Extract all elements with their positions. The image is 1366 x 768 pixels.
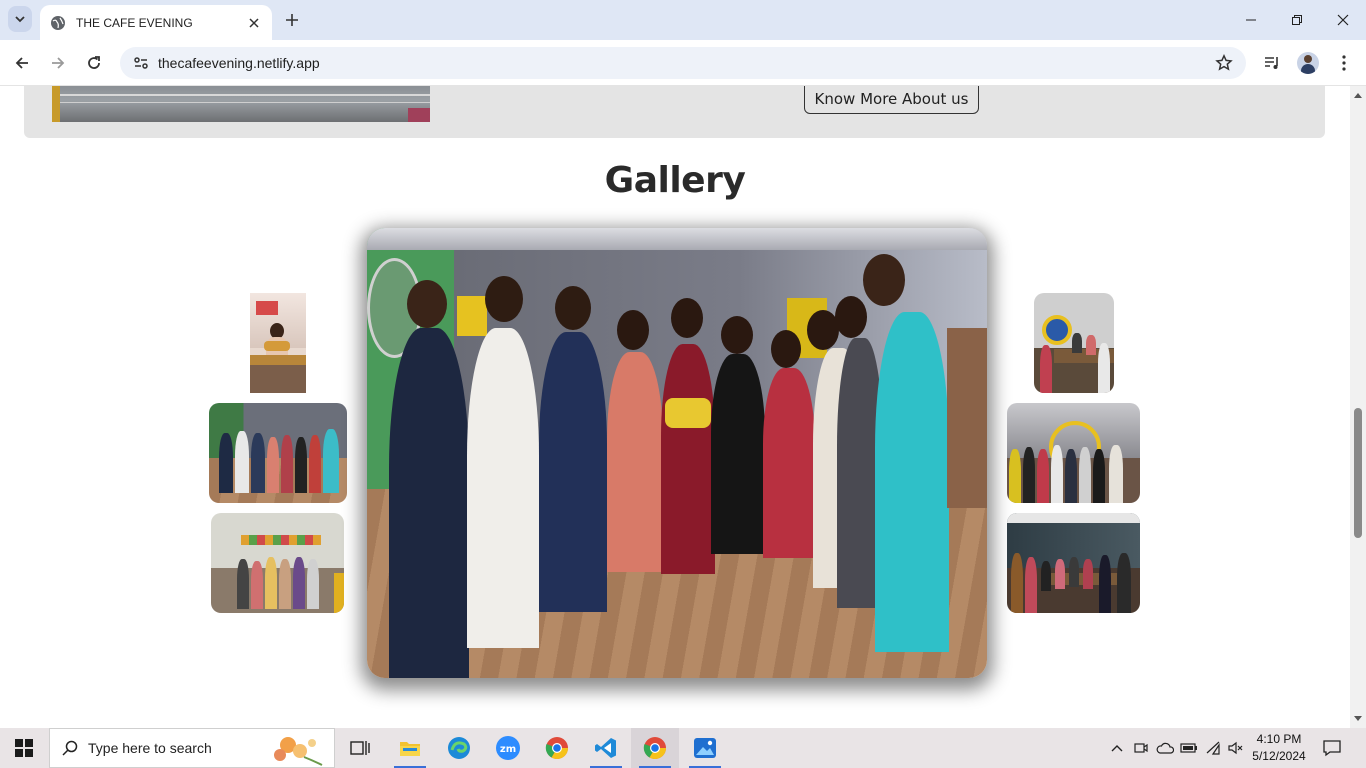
start-button[interactable]	[0, 728, 48, 768]
clock-date: 5/12/2024	[1252, 749, 1306, 763]
browser-tab[interactable]: THE CAFE EVENING	[40, 5, 272, 40]
windows-logo-icon	[15, 739, 33, 757]
chrome-app-active[interactable]	[631, 728, 679, 768]
tab-search-button[interactable]	[8, 6, 32, 32]
notification-icon	[1323, 740, 1341, 757]
about-cafe-image	[52, 86, 430, 122]
plus-icon	[286, 14, 298, 26]
page-scrollbar[interactable]	[1350, 86, 1366, 728]
site-info-icon[interactable]	[130, 52, 152, 74]
task-view-icon	[350, 741, 370, 755]
know-more-about-us-button[interactable]: Know More About us	[804, 86, 979, 114]
folder-icon	[400, 742, 420, 756]
reload-button[interactable]	[82, 51, 106, 75]
arrow-left-icon	[15, 57, 28, 69]
svg-text:zm: zm	[500, 744, 516, 755]
chevron-down-icon	[15, 16, 25, 23]
chrome-icon	[545, 737, 568, 759]
gallery-thumbnail[interactable]	[211, 513, 344, 613]
system-clock[interactable]: 4:10 PM 5/12/2024	[1248, 731, 1310, 765]
forward-button[interactable]	[46, 51, 70, 75]
media-control-icon[interactable]	[1260, 51, 1284, 75]
show-hidden-icons-button[interactable]	[1105, 728, 1129, 768]
close-icon	[1337, 14, 1349, 26]
page-viewport: Know More About us Gallery	[0, 86, 1350, 728]
address-bar[interactable]: thecafeevening.netlify.app	[120, 47, 1246, 79]
close-window-button[interactable]	[1320, 0, 1366, 40]
clock-time: 4:10 PM	[1256, 732, 1302, 746]
scroll-up-arrow-icon[interactable]	[1353, 90, 1363, 100]
restore-icon	[1292, 15, 1302, 25]
restore-button[interactable]	[1274, 0, 1320, 40]
battery-icon[interactable]	[1177, 728, 1201, 768]
file-explorer-app[interactable]	[386, 728, 434, 768]
globe-icon	[51, 15, 65, 30]
gallery-heading: Gallery	[604, 160, 746, 201]
browser-toolbar: thecafeevening.netlify.app	[0, 40, 1366, 86]
photos-icon	[694, 738, 716, 758]
profile-button[interactable]	[1296, 51, 1320, 75]
tab-title: THE CAFE EVENING	[76, 15, 193, 30]
arrow-right-icon	[52, 57, 65, 69]
notification-center-button[interactable]	[1320, 736, 1344, 760]
vscode-app[interactable]	[582, 728, 630, 768]
chrome-icon	[643, 737, 666, 759]
scrollbar-thumb[interactable]	[1354, 408, 1362, 538]
chevron-up-icon	[1111, 745, 1123, 752]
taskbar-search-placeholder: Type here to search	[88, 740, 212, 756]
gallery-thumbnail[interactable]	[1007, 513, 1140, 613]
gallery-thumbnail[interactable]	[250, 293, 306, 393]
url-text[interactable]: thecafeevening.netlify.app	[158, 55, 1212, 71]
onedrive-icon[interactable]	[1153, 728, 1177, 768]
search-icon	[62, 740, 78, 756]
windows-taskbar: Type here to search zm 4:10 PM 5/12/2024	[0, 728, 1366, 768]
avatar	[1297, 52, 1319, 74]
minimize-button[interactable]	[1228, 0, 1274, 40]
task-view-button[interactable]	[336, 728, 384, 768]
browser-tab-bar: THE CAFE EVENING	[0, 0, 1366, 40]
browser-menu-button[interactable]	[1332, 51, 1356, 75]
minimize-icon	[1246, 19, 1256, 21]
close-tab-icon[interactable]	[246, 15, 262, 31]
gallery-thumbnail[interactable]	[1034, 293, 1114, 393]
zoom-icon: zm	[496, 736, 520, 760]
window-controls	[1228, 0, 1366, 40]
gallery-thumbnail[interactable]	[1007, 403, 1140, 503]
volume-muted-icon[interactable]	[1224, 728, 1248, 768]
chrome-app[interactable]	[533, 728, 581, 768]
gallery-thumbnail[interactable]	[209, 403, 347, 503]
meet-now-icon[interactable]	[1129, 728, 1153, 768]
edge-icon	[448, 737, 470, 759]
back-button[interactable]	[10, 51, 34, 75]
wifi-icon[interactable]	[1201, 728, 1225, 768]
zoom-app[interactable]: zm	[484, 728, 532, 768]
reload-icon	[88, 56, 100, 69]
gallery-main-photo[interactable]	[367, 228, 987, 678]
scroll-down-arrow-icon[interactable]	[1353, 714, 1363, 724]
more-vertical-icon	[1342, 55, 1346, 71]
about-section: Know More About us	[24, 86, 1325, 138]
vscode-icon	[595, 738, 616, 758]
new-tab-button[interactable]	[282, 10, 302, 30]
bookmark-star-icon[interactable]	[1212, 51, 1236, 75]
edge-app[interactable]	[435, 728, 483, 768]
photos-app[interactable]	[681, 728, 729, 768]
taskbar-search-box[interactable]: Type here to search	[49, 728, 335, 768]
flower-decoration-icon	[274, 737, 323, 766]
